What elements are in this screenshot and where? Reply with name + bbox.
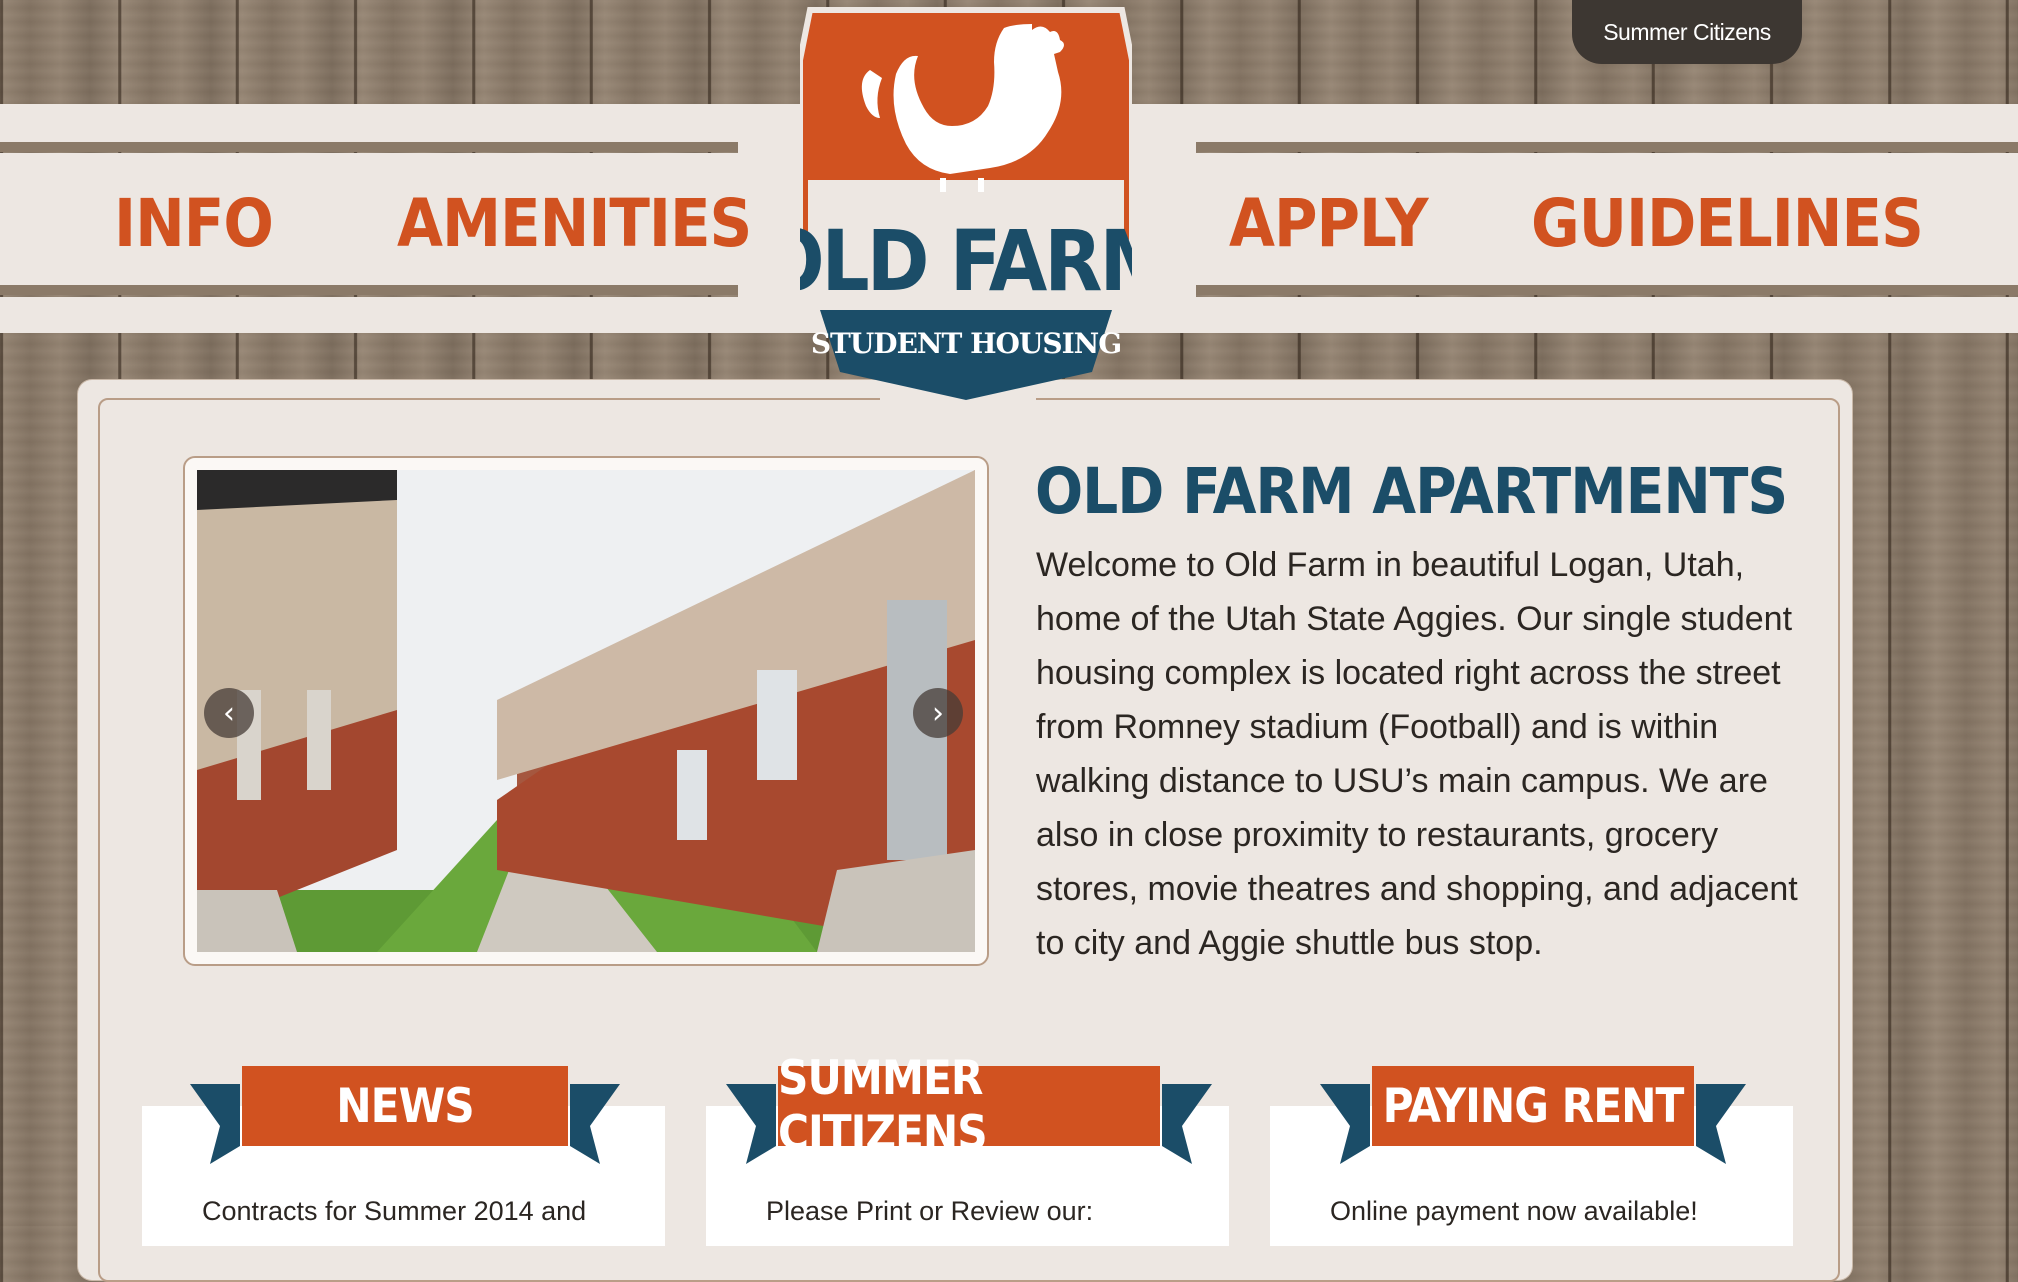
nav-amenities[interactable]: AMENITIES — [397, 178, 752, 268]
paying-rent-text: Online payment now available! — [1330, 1196, 1698, 1226]
nav-guidelines[interactable]: GUIDELINES — [1531, 178, 1924, 268]
chevron-right-icon[interactable]: › — [913, 688, 963, 738]
summer-citizens-text: Please Print or Review our: — [766, 1196, 1094, 1226]
photo-slider[interactable] — [183, 456, 989, 966]
logo-name: OLD FARM — [800, 212, 1132, 310]
logo-tagline: STUDENT HOUSING — [811, 327, 1121, 360]
nav-apply[interactable]: APPLY — [1229, 178, 1429, 268]
news-text: Contracts for Summer 2014 and — [202, 1196, 587, 1226]
old-farm-logo[interactable]: OLD FARM STUDENT HOUSING — [800, 0, 1132, 402]
news-title: NEWS — [336, 1078, 474, 1134]
summer-citizens-tab[interactable]: Summer Citizens — [1572, 0, 1802, 64]
apartment-photo — [197, 470, 975, 952]
intro-text: Welcome to Old Farm in beautiful Logan, … — [1036, 546, 1798, 962]
chevron-left-icon[interactable]: ‹ — [204, 688, 254, 738]
paying-rent-title: PAYING RENT — [1382, 1078, 1685, 1134]
summer-citizens-title: SUMMER CITIZENS — [778, 1051, 988, 1161]
intro-title: OLD FARM APARTMENTS — [1035, 455, 1788, 528]
nav-info[interactable]: INFO — [114, 178, 274, 268]
